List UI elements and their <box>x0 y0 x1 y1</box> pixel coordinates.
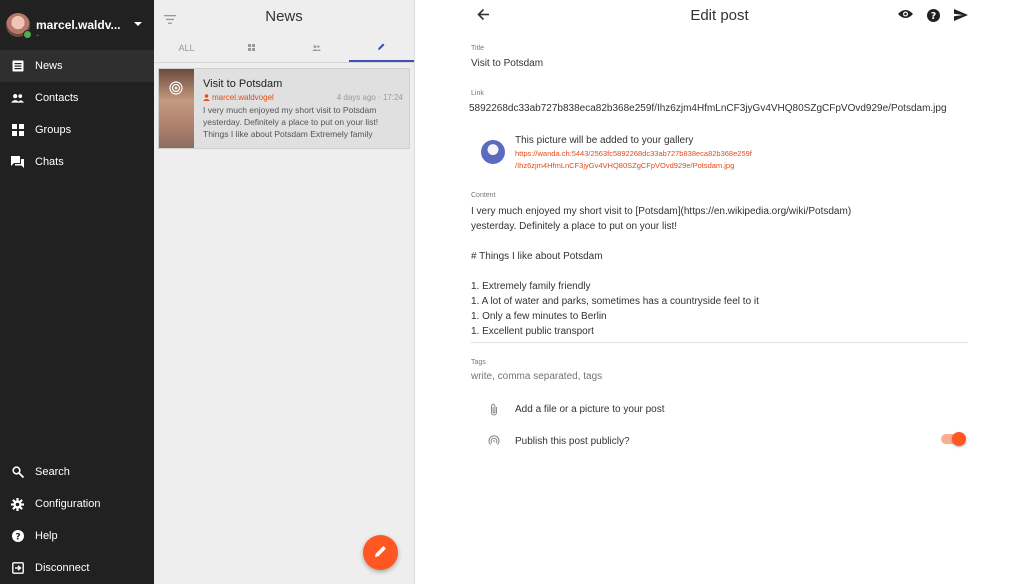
tab-groups[interactable] <box>219 34 284 62</box>
user-name: marcel.waldv... <box>36 18 121 32</box>
tab-all[interactable]: ALL <box>154 34 219 62</box>
post-excerpt: I very much enjoyed my short visit to Po… <box>203 105 379 139</box>
avatar <box>6 13 32 39</box>
gear-icon <box>11 497 24 511</box>
preview-eye-icon[interactable] <box>898 9 913 22</box>
svg-text:?: ? <box>931 11 937 22</box>
gallery-title: This picture will be added to your galle… <box>515 135 694 146</box>
tags-input[interactable] <box>471 371 968 382</box>
help-icon: ? <box>11 530 24 543</box>
public-icon <box>487 435 501 447</box>
tab-label: ALL <box>178 43 195 53</box>
sidebar-item-disconnect[interactable]: Disconnect <box>0 552 154 584</box>
link-field-value: 5892268dc33ab727b838eca82b368e259f/Ihz6z… <box>469 103 947 114</box>
content-field[interactable]: I very much enjoyed my short visit to [P… <box>471 204 971 339</box>
link-label: Link <box>471 90 484 97</box>
sidebar-item-label: Help <box>35 530 58 542</box>
gallery-link-line-2[interactable]: /Ihz6zjm4HfmLnCF3jyGv4VHQ80SZgCFpVOvd929… <box>515 160 935 172</box>
sidebar-item-contacts[interactable]: Contacts <box>0 82 154 114</box>
sidebar-item-label: Groups <box>35 124 72 136</box>
publish-public-row[interactable]: Publish this post publicly? <box>487 435 630 447</box>
tab-compose[interactable] <box>349 34 414 62</box>
gallery-thumbnail <box>481 140 505 164</box>
disconnect-icon <box>11 562 24 575</box>
list-title: News <box>265 8 303 25</box>
attach-file-button[interactable]: Add a file or a picture to your post <box>487 403 665 416</box>
attach-label: Add a file or a picture to your post <box>515 404 665 415</box>
groups-icon <box>248 43 255 53</box>
sidebar-item-label: Configuration <box>35 498 101 510</box>
post-timestamp: 4 days ago · 17:24 <box>336 93 403 102</box>
contacts-icon <box>11 92 24 105</box>
compose-fab-button[interactable] <box>363 535 398 570</box>
sidebar-item-label: Disconnect <box>35 562 90 574</box>
title-label: Title <box>471 45 484 52</box>
header-actions: ? <box>898 9 968 22</box>
news-icon <box>11 60 24 73</box>
tags-label: Tags <box>471 359 486 366</box>
sidebar-item-search[interactable]: Search <box>0 456 154 488</box>
tab-contacts[interactable] <box>284 34 349 62</box>
list-item[interactable]: Visit to Potsdam marcel.waldvogel 4 days… <box>158 68 410 149</box>
news-list-pane: News ALL Visit to Potsdam marcel.waldvog… <box>154 0 415 584</box>
contacts-icon <box>312 43 321 53</box>
groups-icon <box>11 124 24 137</box>
toggle-knob <box>952 432 966 446</box>
public-icon <box>169 81 183 100</box>
pencil-icon <box>378 42 385 52</box>
sidebar: marcel.waldv... - News Contacts Groups C… <box>0 0 154 584</box>
gallery-link-line-1[interactable]: https://wanda.ch:5443/2563fc5892268dc33a… <box>515 148 935 160</box>
post-author[interactable]: marcel.waldvogel <box>203 93 274 102</box>
svg-text:?: ? <box>15 532 20 542</box>
chats-icon <box>11 156 24 169</box>
send-icon[interactable] <box>954 9 968 22</box>
sidebar-item-chats[interactable]: Chats <box>0 146 154 178</box>
list-header: News <box>154 0 414 34</box>
sidebar-item-label: News <box>35 60 63 72</box>
post-title: Visit to Potsdam <box>203 78 283 90</box>
pencil-icon <box>374 544 387 562</box>
link-field[interactable]: 5892268dc33ab727b838eca82b368e259f/Ihz6z… <box>469 103 969 114</box>
paperclip-icon <box>487 403 501 416</box>
post-thumbnail <box>159 69 194 148</box>
post-meta: marcel.waldvogel 4 days ago · 17:24 <box>203 93 403 102</box>
chevron-down-icon[interactable] <box>134 22 142 26</box>
sidebar-item-label: Contacts <box>35 92 79 104</box>
sidebar-item-label: Chats <box>35 156 64 168</box>
sidebar-item-groups[interactable]: Groups <box>0 114 154 146</box>
edit-header: Edit post ? <box>415 0 1024 34</box>
publish-label: Publish this post publicly? <box>515 435 630 447</box>
sidebar-item-configuration[interactable]: Configuration <box>0 488 154 520</box>
post-author-name: marcel.waldvogel <box>212 93 274 102</box>
sidebar-item-help[interactable]: ? Help <box>0 520 154 552</box>
post-body: Visit to Potsdam marcel.waldvogel 4 days… <box>194 69 409 148</box>
edit-post-pane: Edit post ? Title Visit to Potsdam Link … <box>415 0 1024 584</box>
list-tabs: ALL <box>154 34 414 63</box>
help-icon[interactable]: ? <box>927 9 940 22</box>
publish-toggle[interactable] <box>941 432 966 446</box>
search-icon <box>11 466 24 479</box>
sidebar-item-label: Search <box>35 466 70 478</box>
title-field[interactable]: Visit to Potsdam <box>471 58 543 69</box>
content-label: Content <box>471 192 496 199</box>
user-header[interactable]: marcel.waldv... - <box>0 0 154 50</box>
presence-indicator <box>23 30 32 39</box>
sidebar-bottom: Search Configuration ? Help Disconnect <box>0 456 154 584</box>
user-status: - <box>36 30 39 40</box>
sidebar-item-news[interactable]: News <box>0 50 154 82</box>
content-divider <box>471 342 968 343</box>
gallery-text: This picture will be added to your galle… <box>515 135 935 172</box>
